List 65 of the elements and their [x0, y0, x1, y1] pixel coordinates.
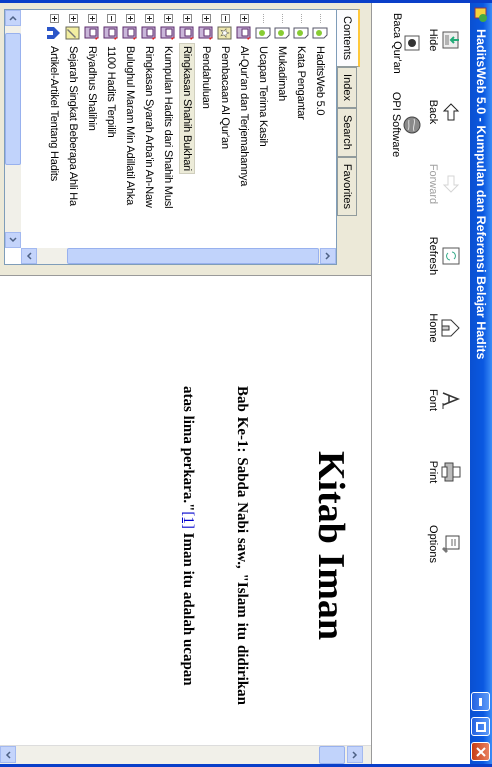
home-icon	[440, 317, 462, 339]
footnote-link[interactable]: [1]	[180, 511, 196, 529]
tree-item[interactable]: Ucapan Terima Kasih	[256, 43, 272, 150]
star-page-icon	[218, 25, 234, 41]
globe-icon	[402, 114, 422, 135]
scroll-thumb[interactable]	[5, 33, 21, 165]
tree-item[interactable]: Sejarah Singkat Beberapa Ahli Ha	[66, 43, 82, 209]
expand-icon[interactable]	[126, 14, 135, 23]
page-icon	[274, 25, 290, 41]
options-icon	[440, 533, 462, 555]
tree-item[interactable]: 1100 Hadits Terpilih	[104, 43, 120, 141]
tab[interactable]: Favorites	[337, 156, 357, 216]
refresh-icon	[440, 245, 462, 267]
tree-item[interactable]: Bulughul Maram Min Adillatil Ahka	[122, 43, 138, 208]
home-button[interactable]: Home	[422, 299, 468, 357]
toolbar-link[interactable]: OPI Software	[390, 92, 422, 158]
back-button[interactable]: Back	[422, 83, 468, 141]
minimize-icon	[480, 698, 482, 706]
pencil-page-icon	[66, 25, 82, 41]
expand-icon[interactable]	[202, 14, 211, 23]
expand-icon[interactable]	[145, 14, 154, 23]
tree-item[interactable]: Artikel-Artikel Tentang Hadits	[46, 43, 62, 184]
app-icon	[473, 7, 489, 23]
window-title: HaditsWeb 5.0 - Kumpulan dan Referensi Belajar Hadits	[474, 29, 488, 362]
expand-icon[interactable]	[183, 14, 192, 23]
toolbar-link[interactable]: Baca Qur'an	[391, 13, 421, 74]
options-button[interactable]: Options	[422, 515, 468, 573]
expand-icon[interactable]	[88, 14, 97, 23]
tab[interactable]: Search	[337, 108, 357, 157]
tab[interactable]: Contents	[337, 9, 360, 68]
expand-icon[interactable]	[69, 14, 78, 23]
hide-button[interactable]: Hide	[422, 11, 468, 69]
expand-icon[interactable]	[164, 14, 173, 23]
tree-item[interactable]: Al-Qur'an dan Terjemahannya	[236, 43, 252, 190]
tab[interactable]: Index	[337, 67, 357, 108]
close-icon	[476, 746, 486, 756]
page-icon	[294, 25, 310, 41]
refresh-button[interactable]: Refresh	[422, 227, 468, 285]
minimize-button[interactable]	[472, 692, 490, 711]
paragraph: Bab Ke-1: Sabda Nabi saw., "Islam itu didirikan atas lima perkara."[1] Iman itu adalah ucapan	[179, 386, 251, 705]
scroll-thumb[interactable]	[319, 746, 345, 764]
print-button[interactable]: Print	[422, 443, 468, 501]
tree-item[interactable]: Kata Pengantar	[294, 43, 310, 123]
tree-item[interactable]: Riyadhus Shalihin	[84, 43, 100, 134]
maximize-icon	[476, 722, 486, 732]
expand-icon[interactable]	[50, 14, 59, 23]
tree-item[interactable]: HaditsWeb 5.0	[312, 43, 328, 118]
tree-item[interactable]: Pendahuluan	[198, 43, 214, 112]
tree-item[interactable]: Ringkasan Shahih Bukhari	[180, 43, 196, 174]
tree-item[interactable]: Mukadimah	[274, 43, 290, 104]
collapse-icon[interactable]	[221, 14, 230, 23]
tree-item[interactable]: Kumpulan Hadits dari Shahih Musl	[160, 43, 176, 212]
maximize-button[interactable]	[472, 717, 490, 736]
page-icon	[312, 25, 328, 41]
tree-item[interactable]: Ringkasan Syarah Arba'in An-Naw	[142, 43, 158, 211]
collapse-icon[interactable]	[107, 14, 116, 23]
scroll-thumb[interactable]	[67, 248, 319, 264]
house-icon	[46, 25, 62, 41]
printer-icon	[440, 461, 462, 483]
page-icon	[256, 25, 272, 41]
close-button[interactable]	[472, 742, 490, 761]
expand-icon[interactable]	[240, 14, 249, 23]
page-heading: Kitab Iman	[309, 450, 353, 642]
tree-item[interactable]: Pembacaan Al Qur'an	[218, 43, 234, 152]
font-button[interactable]: Font	[422, 371, 468, 429]
